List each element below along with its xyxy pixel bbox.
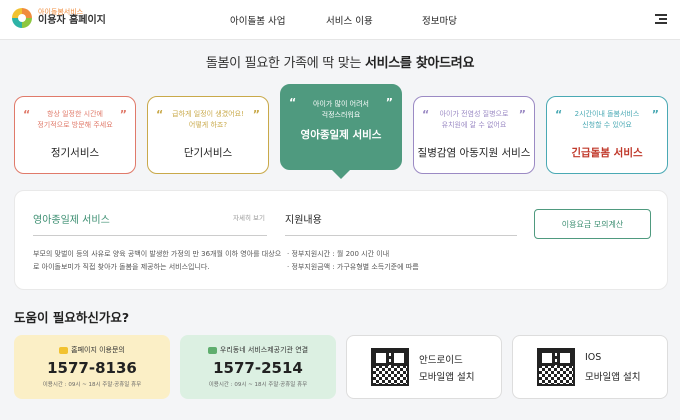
headline-emphasis: 서비스를 찾아드려요: [364, 56, 475, 71]
service-card-short-term[interactable]: “ 급하게 일정이 생겼어요! 어떻게 하죠? ” 단기서비스: [147, 96, 269, 174]
page-headline: 돌봄이 필요한 가족에 딱 맞는 서비스를 찾아드려요: [0, 52, 680, 71]
service-card-infant-fullday[interactable]: “ 아이가 많이 어려서걱정스러워요 ” 영아종일제 서비스: [280, 84, 402, 170]
close-quote-icon: ”: [518, 108, 526, 121]
local-provider-box[interactable]: 우리동네 서비스제공기관 연결 1577-2514 이용시간 : 09시 ~ 1…: [180, 335, 336, 399]
card-service-name: 단기서비스: [183, 147, 233, 159]
app-install-label: 모바일앱 설치: [585, 372, 641, 383]
phone-number: 1577-2514: [213, 359, 303, 377]
app-install-label: 모바일앱 설치: [419, 372, 475, 383]
close-quote-icon: ”: [252, 108, 260, 121]
android-app-box[interactable]: 안드로이드 모바일앱 설치: [346, 335, 502, 399]
service-card-regular[interactable]: “ 항상 일정한 시간에정기적으로 방문해 주세요 ” 정기서비스: [14, 96, 136, 174]
phone-label: 홈페이지 이용문의: [71, 346, 125, 354]
card-quote-line: 항상 일정한 시간에: [47, 110, 103, 118]
card-service-name: 질병감염 아동지원 서비스: [417, 147, 531, 159]
open-quote-icon: “: [156, 108, 164, 121]
divider: [33, 235, 267, 236]
active-card-pointer: [331, 169, 351, 179]
phone-hours: 이용시간 : 09시 ~ 18시 주말·공휴일 휴무: [208, 382, 308, 388]
android-qr-code-icon: [371, 348, 409, 386]
card-quote-line: 정기적으로 방문해 주세요: [37, 121, 113, 129]
open-quote-icon: “: [422, 108, 430, 121]
divider: [285, 235, 517, 236]
close-quote-icon: ”: [385, 96, 393, 109]
close-quote-icon: ”: [651, 108, 659, 121]
support-title: 지원내용: [285, 215, 322, 226]
detail-description: 부모의 맞벌이 등의 사유로 양육 공백이 발생한 가정의 만 36개월 이하 …: [33, 250, 282, 271]
open-quote-icon: “: [555, 108, 563, 121]
support-item: · 정부지원시간 : 월 200 시간 이내: [287, 250, 390, 258]
app-platform-name: IOS: [585, 352, 602, 363]
nav-item-childcare-business[interactable]: 아이돌봄 사업: [230, 13, 285, 27]
phone-label: 우리동네 서비스제공기관 연결: [219, 346, 309, 354]
card-quote-line: 2시간이내 돌봄서비스: [574, 110, 640, 118]
hamburger-menu-icon[interactable]: [655, 14, 667, 24]
help-section-title: 도움이 필요하신가요?: [14, 310, 130, 325]
site-header: 아이돌봄서비스 이용자 홈페이지 아이돌봄 사업 서비스 이용 정보마당: [0, 0, 680, 40]
card-quote-line: 급하게 일정이 생겼어요!: [172, 110, 244, 118]
ios-app-box[interactable]: IOS 모바일앱 설치: [512, 335, 668, 399]
service-card-emergency[interactable]: “ 2시간이내 돌봄서비스신청할 수 있어요 ” 긴급돌봄 서비스: [546, 96, 668, 174]
site-logo[interactable]: 아이돌봄서비스 이용자 홈페이지: [12, 8, 106, 28]
detail-more-link[interactable]: 자세히 보기: [233, 212, 265, 222]
card-quote-line: 아이가 많이 어려서: [313, 100, 369, 108]
chat-bubble-icon: [59, 346, 69, 354]
card-quote-line: 어떻게 하죠?: [188, 121, 228, 129]
logo-title: 이용자 홈페이지: [38, 15, 106, 27]
headline-prefix: 돌봄이 필요한 가족에 딱 맞는: [205, 56, 365, 71]
nav-item-info[interactable]: 정보마당: [422, 13, 457, 27]
card-quote-line: 아이가 전염성 질병으로: [439, 110, 509, 118]
phone-number: 1577-8136: [47, 359, 137, 377]
card-service-name: 영아종일제 서비스: [300, 129, 382, 141]
card-quote-line: 신청할 수 있어요: [582, 121, 632, 129]
phone-hours: 이용시간 : 09시 ~ 18시 주말·공휴일 휴무: [42, 382, 142, 388]
homepage-inquiry-box[interactable]: 홈페이지 이용문의 1577-8136 이용시간 : 09시 ~ 18시 주말·…: [14, 335, 170, 399]
logo-icon: [12, 8, 32, 28]
open-quote-icon: “: [23, 108, 31, 121]
card-service-name: 정기서비스: [50, 147, 100, 159]
detail-title: 영아종일제 서비스: [33, 215, 110, 226]
building-icon: [207, 346, 217, 354]
support-item: · 정부지원금액 : 가구유형별 소득기준에 따름: [287, 263, 419, 271]
open-quote-icon: “: [289, 96, 297, 109]
close-quote-icon: ”: [119, 108, 127, 121]
nav-item-service-use[interactable]: 서비스 이용: [326, 13, 373, 27]
service-detail-panel: 영아종일제 서비스 자세히 보기 부모의 맞벌이 등의 사유로 양육 공백이 발…: [14, 190, 668, 290]
card-service-name: 긴급돌봄 서비스: [571, 147, 643, 159]
card-quote-line: 걱정스러워요: [321, 111, 361, 119]
card-quote-line: 유치원에 갈 수 없어요: [441, 121, 507, 129]
ios-qr-code-icon: [537, 348, 575, 386]
support-list: · 정부지원시간 : 월 200 시간 이내 · 정부지원금액 : 가구유형별 …: [287, 248, 419, 274]
service-card-illness-support[interactable]: “ 아이가 전염성 질병으로유치원에 갈 수 없어요 ” 질병감염 아동지원 서비스: [413, 96, 535, 174]
app-platform-name: 안드로이드: [419, 355, 463, 366]
fee-calculator-button[interactable]: 이용요금 모의계산: [534, 209, 651, 239]
